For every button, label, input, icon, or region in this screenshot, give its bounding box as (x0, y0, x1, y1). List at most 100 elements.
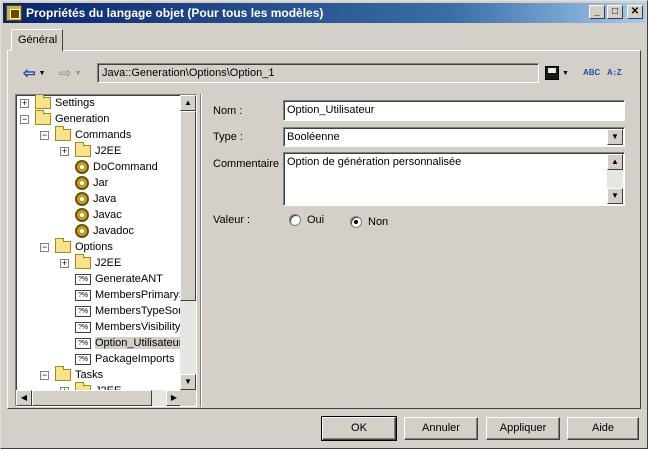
gear-icon (75, 160, 89, 174)
back-dropdown-icon[interactable]: ▼ (39, 70, 46, 77)
commentaire-value: Option de génération personnalisée (287, 156, 462, 168)
folder-icon (75, 142, 91, 157)
tree-item-label: Javac (93, 209, 122, 221)
commentaire-textarea[interactable]: Option de génération personnalisée ▲ ▼ (283, 152, 625, 206)
scroll-up-icon[interactable]: ▲ (607, 154, 623, 170)
tree-item[interactable]: − Generation (20, 110, 110, 127)
spell-check-icon: ABC (583, 68, 601, 77)
option-icon: ?% (75, 353, 91, 365)
radio-non-circle[interactable] (350, 216, 362, 229)
radio-non-label: Non (368, 216, 389, 228)
scroll-thumb[interactable] (180, 111, 196, 301)
splitter[interactable] (200, 94, 202, 407)
radio-oui-label: Oui (307, 214, 325, 226)
collapse-icon[interactable]: − (40, 242, 49, 252)
tree-item[interactable]: Javadoc (60, 223, 134, 239)
radio-oui-circle[interactable] (289, 214, 301, 227)
collapse-icon[interactable]: − (20, 114, 29, 124)
gear-icon (75, 176, 89, 190)
collapse-icon[interactable]: − (40, 130, 49, 140)
properties-dialog: Propriétés du langage objet (Pour tous l… (0, 0, 648, 449)
scroll-down-icon[interactable]: ▼ (607, 188, 623, 204)
tree-item[interactable]: ?% MembersPrimarySo (60, 287, 192, 303)
tree-item-label: PackageImports (95, 353, 175, 365)
spell-check-button[interactable]: ABC (583, 62, 600, 84)
valeur-label: Valeur : (213, 214, 251, 226)
comment-scrollbar[interactable]: ▲ ▼ (607, 154, 623, 204)
folder-icon (55, 238, 71, 253)
folder-icon (35, 95, 51, 109)
window-title: Propriétés du langage objet (Pour tous l… (26, 6, 324, 20)
tree-item-label: J2EE (95, 257, 122, 269)
tree-item[interactable]: ?% GenerateANT (60, 271, 163, 287)
appliquer-button[interactable]: Appliquer (486, 417, 560, 440)
tree-item[interactable]: − Commands (40, 126, 131, 143)
tree-item[interactable]: ?% PackageImports (60, 351, 174, 367)
floppy-disk-icon (545, 66, 559, 80)
sort-az-icon: A↕Z (607, 68, 622, 77)
aide-button[interactable]: Aide (567, 417, 639, 440)
tab-general[interactable]: Général (11, 29, 63, 51)
gear-icon (75, 208, 89, 222)
tree-item-label: Options (75, 241, 113, 253)
tree-item[interactable]: Java (60, 191, 116, 207)
scroll-left-icon[interactable]: ◀ (16, 390, 32, 406)
tree-item[interactable]: + J2EE (60, 254, 122, 271)
folder-icon (55, 126, 71, 141)
ok-button[interactable]: OK (321, 416, 397, 441)
nom-field[interactable]: Option_Utilisateur (283, 100, 625, 121)
forward-dropdown-icon[interactable]: ▼ (75, 70, 82, 77)
tree-item[interactable]: ?% MembersTypeSort (60, 303, 185, 319)
tree-item-label: Settings (55, 97, 95, 109)
save-button[interactable]: ▼ (545, 62, 569, 84)
maximize-button[interactable]: □ (607, 5, 623, 19)
tree-item[interactable]: − Tasks (40, 366, 104, 383)
tree-item-label: Generation (55, 113, 110, 125)
tree-item[interactable]: Javac (60, 207, 122, 223)
back-button[interactable]: ⇦ ▼ (23, 62, 46, 84)
scroll-up-icon[interactable]: ▲ (180, 95, 196, 111)
tree-item-label: MembersTypeSort (95, 305, 185, 317)
tree-item[interactable]: Jar (60, 175, 108, 191)
tree-item[interactable]: ?% MembersVisibilityS (60, 319, 188, 335)
option-icon: ?% (75, 289, 91, 301)
tree-item-label: Java (93, 193, 117, 205)
forward-button[interactable]: ⇨ ▼ (59, 62, 82, 84)
type-label: Type : (213, 131, 243, 143)
folder-icon (75, 254, 91, 269)
tree-item[interactable]: + Settings (20, 95, 95, 111)
scroll-down-icon[interactable]: ▼ (180, 374, 196, 390)
radio-non[interactable]: Non (350, 216, 389, 229)
save-dropdown-icon[interactable]: ▼ (562, 70, 569, 77)
tree-item[interactable]: ?% Option_Utilisateur (60, 335, 183, 351)
tree-item[interactable]: + J2EE (60, 142, 122, 159)
tree-item[interactable]: − Options (40, 238, 113, 255)
close-button[interactable]: ✕ (627, 5, 643, 19)
type-select[interactable]: Booléenne ▼ (283, 127, 625, 147)
tree-vertical-scrollbar[interactable]: ▲ ▼ (180, 95, 196, 390)
tree-item-label: J2EE (95, 145, 122, 157)
forward-arrow-icon: ⇨ (59, 65, 72, 82)
tree-horizontal-scrollbar[interactable]: ◀ ▶ (16, 390, 182, 406)
tree-item-label: MembersPrimarySo (95, 289, 193, 301)
expand-icon[interactable]: + (60, 258, 69, 268)
tree-item-label: GenerateANT (95, 273, 163, 285)
folder-icon (55, 366, 71, 381)
annuler-button[interactable]: Annuler (404, 417, 478, 440)
h-scroll-thumb[interactable] (32, 390, 152, 406)
commentaire-label: Commentaire : (213, 158, 286, 170)
minimize-button[interactable]: _ (589, 5, 605, 19)
path-field[interactable]: Java::Generation\Options\Option_1 (97, 63, 539, 83)
radio-oui[interactable]: Oui (289, 214, 325, 227)
tree-item-label: Tasks (75, 369, 104, 381)
tree-item[interactable]: DoCommand (60, 159, 158, 175)
tree-item-label: Option_Utilisateur (95, 337, 183, 349)
expand-icon[interactable]: + (60, 146, 69, 156)
chevron-down-icon[interactable]: ▼ (607, 129, 623, 145)
tree-view[interactable]: + Settings − Generation − Commands + J2EE DoComm… (15, 94, 197, 407)
option-icon: ?% (75, 321, 91, 333)
collapse-icon[interactable]: − (40, 370, 49, 380)
expand-icon[interactable]: + (20, 98, 29, 108)
option-icon: ?% (75, 305, 91, 317)
sort-button[interactable]: A↕Z (607, 62, 622, 84)
